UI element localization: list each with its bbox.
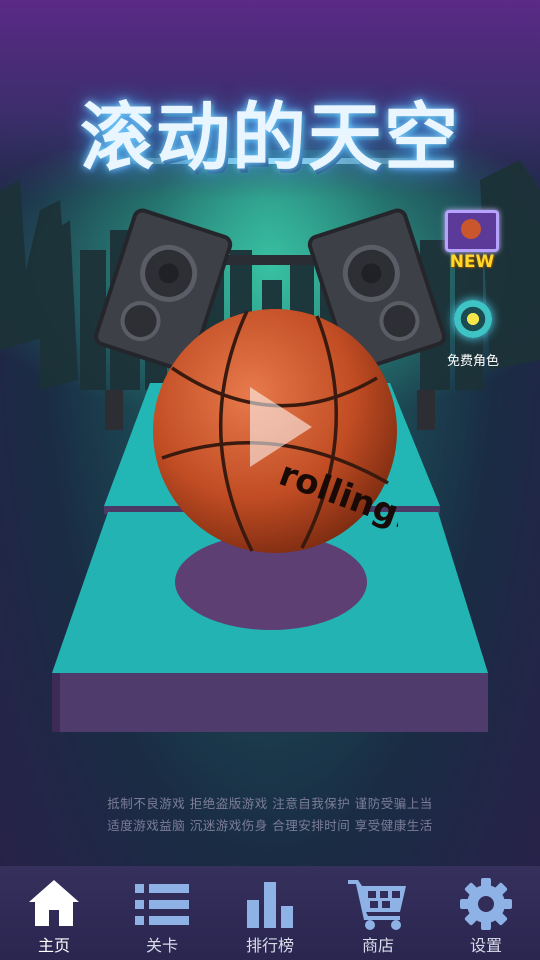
nav-leaderboard-label: 排行榜: [245, 936, 294, 955]
cart-icon: [348, 880, 406, 930]
health-notice-line2: 适度游戏益脑 沉迷游戏伤身 合理安排时间 享受健康生活: [107, 818, 433, 833]
bar-chart-icon: [247, 882, 293, 928]
free-role-icon: [454, 300, 492, 338]
nav-shop-label: 商店: [361, 936, 394, 955]
gear-icon: [460, 878, 512, 930]
nav-home[interactable]: 主页: [0, 866, 108, 960]
nav-settings[interactable]: 设置: [432, 866, 540, 960]
ball-shop-icon: [445, 210, 499, 252]
list-icon: [135, 884, 189, 925]
nav-settings-label: 设置: [469, 936, 502, 955]
new-badge-label: NEW: [449, 252, 495, 272]
new-ball-button[interactable]: NEW: [442, 210, 502, 272]
nav-shop[interactable]: 商店: [324, 866, 432, 960]
free-role-label: 免费角色: [446, 354, 499, 369]
nav-leaderboard[interactable]: 排行榜: [216, 866, 324, 960]
nav-levels-label: 关卡: [145, 936, 178, 955]
health-notice-line1: 抵制不良游戏 拒绝盗版游戏 注意自我保护 谨防受骗上当: [107, 796, 433, 811]
play-icon[interactable]: [246, 385, 316, 469]
home-icon: [29, 880, 79, 926]
bottom-nav: 主页 关卡 排行榜 商店 设置: [0, 866, 540, 960]
free-role-button[interactable]: 免费角色: [438, 300, 508, 369]
nav-levels[interactable]: 关卡: [108, 866, 216, 960]
nav-home-label: 主页: [37, 936, 70, 955]
